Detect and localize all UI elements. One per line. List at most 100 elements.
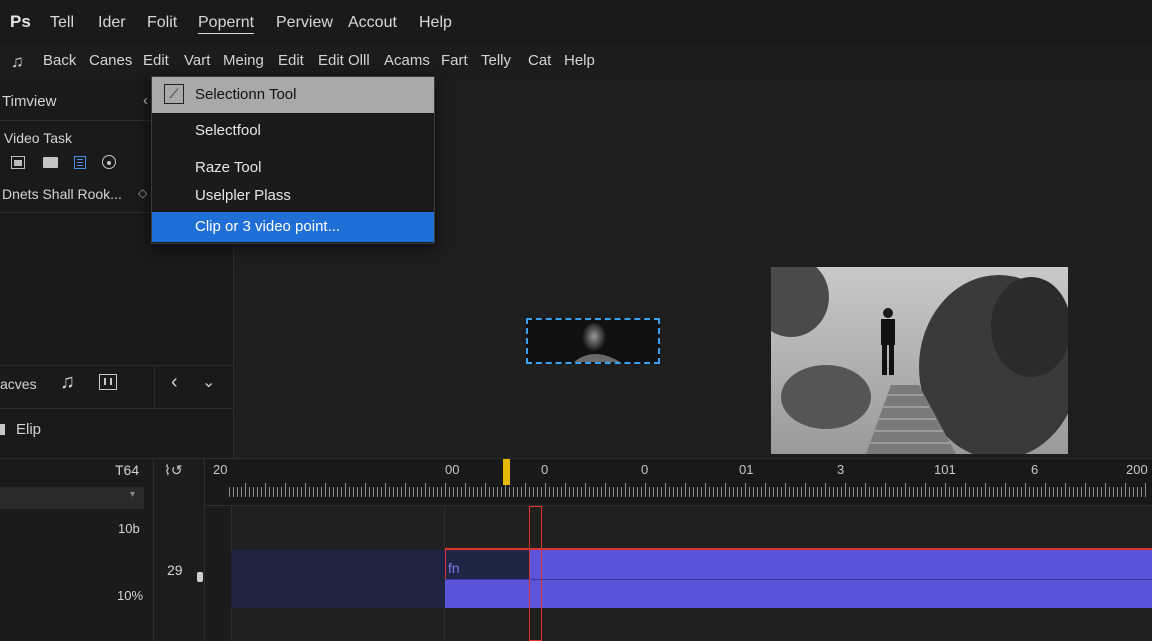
ruler-tick	[481, 487, 482, 497]
ruler-tick	[729, 487, 730, 497]
ruler-tick	[985, 483, 986, 497]
ruler-tick	[385, 483, 386, 497]
timeline-ruler[interactable]: 20 00 0 0 01 3 101 6 200	[205, 459, 1152, 506]
ruler-tick	[485, 483, 486, 497]
in-point-marker[interactable]	[503, 459, 510, 485]
calendar-icon[interactable]	[11, 156, 25, 169]
ruler-tick	[453, 487, 454, 497]
video-clip[interactable]: fn	[445, 548, 1152, 608]
menu-accout[interactable]: Accout	[348, 14, 397, 32]
ruler-tick	[1041, 487, 1042, 497]
ruler-tick	[769, 487, 770, 497]
playhead[interactable]	[529, 506, 542, 641]
music-note-icon[interactable]: ♫	[11, 52, 24, 72]
selected-clip-thumbnail[interactable]	[526, 318, 660, 364]
globe-icon[interactable]	[102, 155, 116, 169]
ruler-tick	[517, 487, 518, 497]
ruler-tick	[737, 487, 738, 497]
menu-tell[interactable]: Tell	[50, 14, 74, 32]
ruler-tick	[581, 487, 582, 497]
app-logo[interactable]: Ps	[10, 12, 31, 32]
ruler-tick	[921, 487, 922, 497]
film-icon[interactable]	[99, 374, 117, 390]
ruler-tick	[829, 487, 830, 497]
folder-icon[interactable]	[43, 157, 58, 168]
menu-popernt[interactable]: Popernt	[198, 14, 255, 34]
clip-label[interactable]: Elip	[16, 421, 41, 438]
ruler-tick	[493, 487, 494, 497]
track-row-label[interactable]: Dnets Shall Rook...	[2, 186, 122, 202]
ruler-tick	[897, 487, 898, 497]
menu-perview[interactable]: Perview	[276, 14, 333, 32]
ruler-tick	[269, 487, 270, 497]
ruler-tick	[273, 487, 274, 497]
ruler-tick	[1069, 487, 1070, 497]
chevron-down-icon[interactable]: ⌄	[202, 372, 215, 392]
toolbar-edit-2[interactable]: Edit	[278, 52, 304, 69]
ruler-tick	[261, 487, 262, 497]
lock-icon[interactable]	[197, 572, 203, 582]
ruler-tick	[1009, 487, 1010, 497]
ruler-tick	[877, 487, 878, 497]
ruler-tick	[717, 487, 718, 497]
ruler-tick	[757, 487, 758, 497]
ruler-tick	[745, 483, 746, 497]
tracks-area: fn	[205, 506, 1152, 641]
track-value-top: 10b	[118, 521, 140, 536]
toolbar-vart[interactable]: Vart	[184, 52, 210, 69]
menu-item-label: Selectfool	[195, 122, 261, 139]
menu-item-select-tool[interactable]: Selectfool	[152, 117, 434, 145]
ruler-tick	[573, 487, 574, 497]
menu-item-selection-tool[interactable]: ⟋ Selectionn Tool	[152, 77, 434, 113]
menu-folit[interactable]: Folit	[147, 14, 177, 32]
link-icon[interactable]: ⌇↺	[164, 462, 183, 479]
list-icon[interactable]	[74, 156, 86, 169]
ruler-tick	[773, 487, 774, 497]
ruler-tick	[977, 487, 978, 497]
ruler-tick	[473, 487, 474, 497]
diamond-icon[interactable]: ◇	[138, 186, 147, 200]
ruler-tick	[749, 487, 750, 497]
ruler-tick	[689, 487, 690, 497]
toolbar-back[interactable]: Back	[43, 52, 76, 69]
chevron-left-icon[interactable]: ‹	[143, 92, 148, 109]
ruler-tick	[1133, 487, 1134, 497]
toolbar-canes[interactable]: Canes	[89, 52, 132, 69]
ruler-tick	[821, 487, 822, 497]
music-icon[interactable]: ♫	[60, 371, 75, 394]
menu-item-helper-plass[interactable]: Uselpler Plass	[152, 182, 434, 210]
tab-label[interactable]: acves	[0, 376, 37, 392]
menu-item-label: Selectionn Tool	[195, 86, 297, 103]
menu-bar: Ps Tell Ider Folit Popernt Perview Accou…	[0, 0, 1152, 45]
ruler-tick	[837, 487, 838, 497]
toolbar-help[interactable]: Help	[564, 52, 595, 69]
toolbar-fart[interactable]: Fart	[441, 52, 468, 69]
menu-ider[interactable]: Ider	[98, 14, 126, 32]
ruler-tick	[957, 487, 958, 497]
ruler-tick	[901, 487, 902, 497]
divider	[154, 365, 155, 408]
ruler-tick	[809, 487, 810, 497]
ruler-tick	[433, 487, 434, 497]
toolbar-edit[interactable]: Edit	[143, 52, 169, 69]
chevron-left-icon[interactable]: ‹	[171, 371, 178, 394]
timeline-panel: T64 ▾ 10b 10% ⌇↺ 29 20 00 0 0 01 3 101 6…	[0, 458, 1152, 641]
ruler-tick	[465, 483, 466, 497]
toolbar-acams[interactable]: Acams	[384, 52, 430, 69]
ruler-tick	[885, 483, 886, 497]
ruler-tick	[785, 483, 786, 497]
toolbar-meing[interactable]: Meing	[223, 52, 264, 69]
ruler-tick	[817, 487, 818, 497]
menu-item-clip-video-point[interactable]: Clip or 3 video point...	[152, 212, 434, 242]
menu-item-razor-tool[interactable]: Raze Tool	[152, 154, 434, 182]
ruler-tick	[533, 487, 534, 497]
track-name-field[interactable]: ▾	[0, 487, 144, 509]
toolbar-cat[interactable]: Cat	[528, 52, 551, 69]
ruler-tick	[1117, 487, 1118, 497]
toolbar-edit-olll[interactable]: Edit Olll	[318, 52, 370, 69]
toolbar-telly[interactable]: Telly	[481, 52, 511, 69]
ruler-tick	[541, 487, 542, 497]
menu-help[interactable]: Help	[419, 14, 452, 32]
ruler-tick	[961, 487, 962, 497]
ruler-tick	[289, 487, 290, 497]
